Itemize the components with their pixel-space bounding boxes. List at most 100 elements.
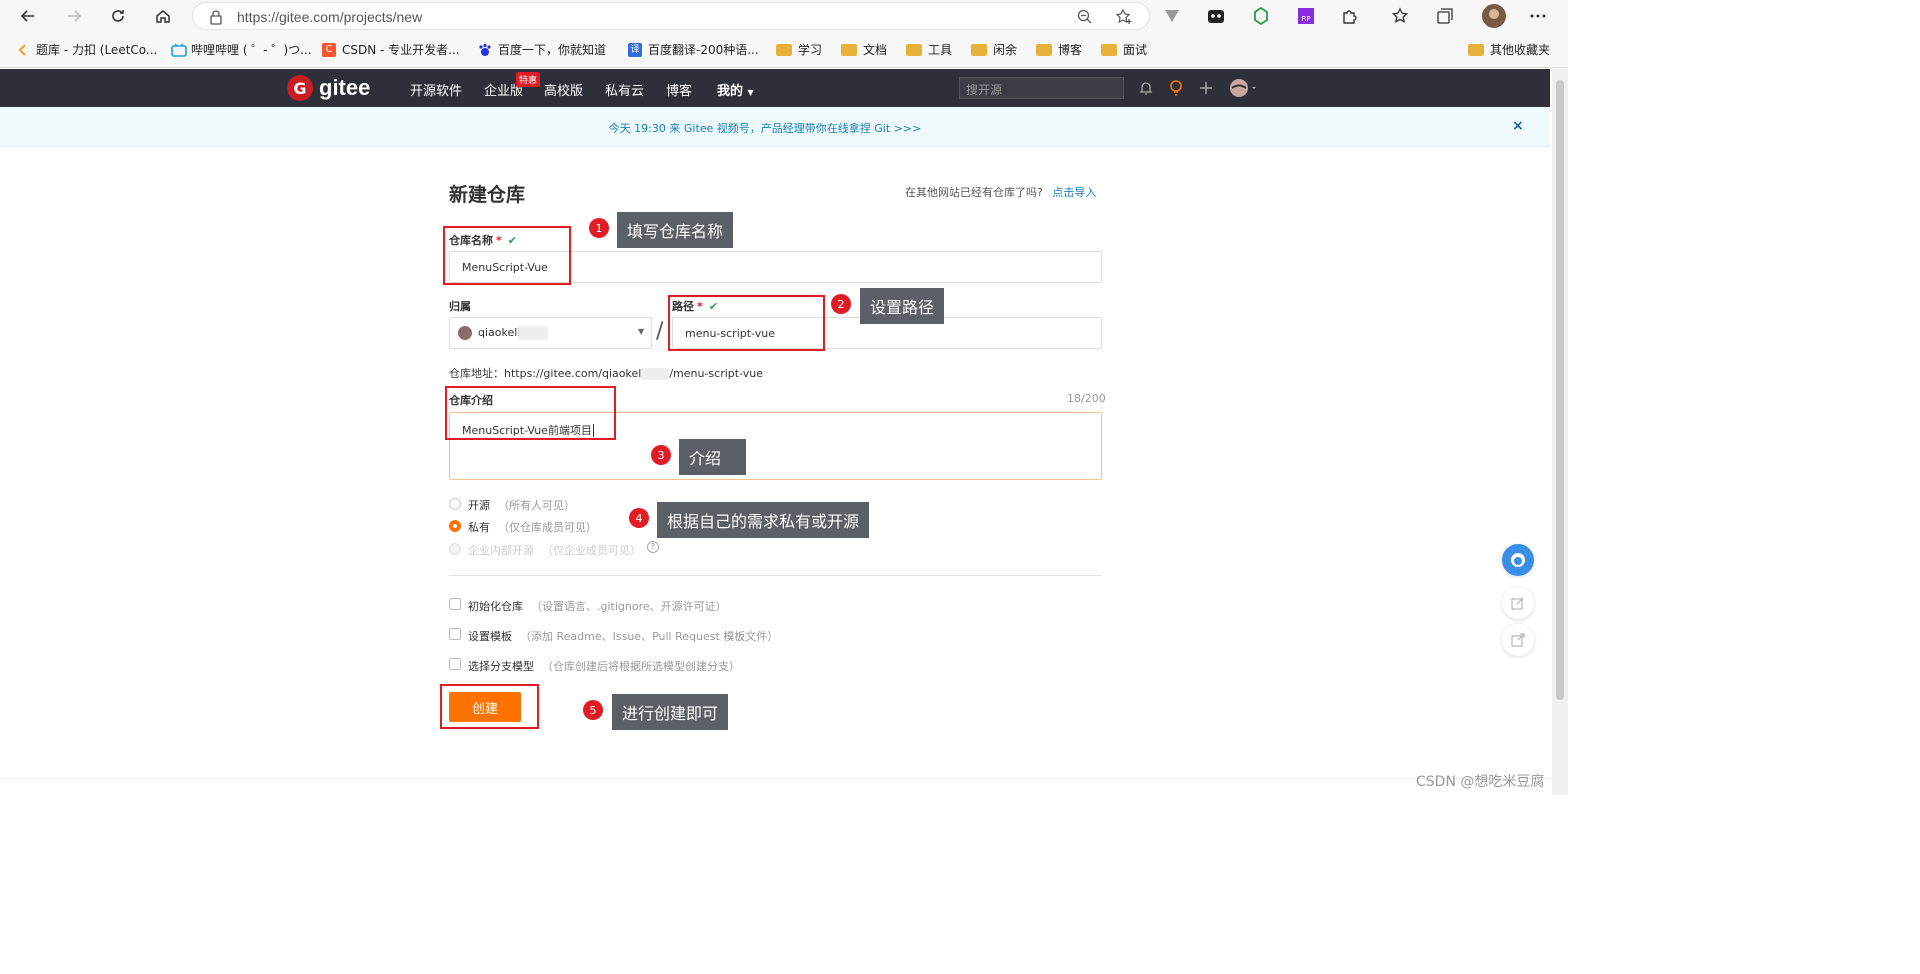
profile-avatar[interactable] <box>1482 4 1506 28</box>
folder-icon <box>906 43 922 56</box>
bookmark-baidu[interactable]: 百度一下，你就知道 <box>478 41 606 58</box>
bookmark-folder-blog[interactable]: 博客 <box>1036 41 1082 58</box>
scrollbar-thumb[interactable] <box>1556 80 1564 700</box>
callout-5: 进行创建即可 <box>612 694 729 730</box>
csdn-icon: C <box>322 42 336 57</box>
bell-icon[interactable] <box>1138 80 1154 96</box>
extension-rp-icon[interactable]: RP <box>1296 6 1316 26</box>
folder-icon <box>1036 43 1052 56</box>
checkbox-template-label[interactable]: 设置模板 （添加 Readme、Issue、Pull Request 模板文件） <box>468 628 778 644</box>
bookmark-folder-docs[interactable]: 文档 <box>841 41 887 58</box>
watermark: CSDN @想吃米豆腐 <box>1416 774 1545 790</box>
bookmark-leetcode[interactable]: 题库 - 力扣 (LeetCo... <box>16 41 157 58</box>
bookmark-folder-leisure[interactable]: 闲余 <box>971 41 1017 58</box>
leetcode-icon <box>16 43 30 57</box>
baidu-icon <box>478 43 492 57</box>
radio-enterprise-label: 企业内部开源 （仅企业成员可见） <box>468 544 641 557</box>
radio-private[interactable] <box>449 520 461 532</box>
gitee-header: G gitee 开源软件 企业版 高校版 私有云 博客 我的 ▼ <box>0 69 1550 107</box>
add-favorite-icon[interactable] <box>1115 8 1133 26</box>
import-prompt: 在其他网站已经有仓库了吗? 点击导入 <box>905 186 1097 199</box>
owner-label: 归属 <box>449 300 471 313</box>
nav-education[interactable]: 高校版 <box>544 80 583 99</box>
page-title: 新建仓库 <box>449 184 526 206</box>
collections-icon[interactable] <box>1435 6 1455 26</box>
notice-banner: 今天 19:30 来 Gitee 视频号，产品经理带你在线拿捏 Git >>> … <box>0 107 1550 147</box>
help-icon[interactable]: ? <box>647 541 659 553</box>
highlight-box-intro <box>445 386 616 440</box>
folder-icon <box>1468 43 1484 56</box>
extensions-puzzle-icon[interactable] <box>1340 6 1360 26</box>
nav-mine[interactable]: 我的 ▼ <box>717 80 754 99</box>
radio-enterprise <box>449 543 461 555</box>
plus-icon[interactable] <box>1199 81 1213 95</box>
address-bar[interactable]: https://gitee.com/projects/new <box>192 2 1150 30</box>
more-menu-icon[interactable] <box>1528 6 1548 26</box>
step-number-3: 3 <box>651 445 671 465</box>
repo-address: 仓库地址：https://gitee.com/qiaokel/menu-scri… <box>449 367 764 380</box>
checkbox-branch-model-label[interactable]: 选择分支模型 （仓库创建后将根据所选模型创建分支） <box>468 658 740 674</box>
checkbox-init-repo[interactable] <box>449 598 461 610</box>
bookmark-folder-study[interactable]: 学习 <box>776 41 822 58</box>
extension-tv-icon[interactable] <box>1206 6 1226 26</box>
gitee-logo-icon: G <box>287 75 313 101</box>
notice-text[interactable]: 今天 19:30 来 Gitee 视频号，产品经理带你在线拿捏 Git >>> <box>0 120 1530 136</box>
assistant-icon[interactable] <box>1502 544 1534 576</box>
checkbox-template[interactable] <box>449 628 461 640</box>
extension-v-icon[interactable] <box>1162 6 1182 26</box>
path-separator: / <box>656 319 664 344</box>
step-number-1: 1 <box>589 218 609 238</box>
other-bookmarks[interactable]: 其他收藏夹 <box>1468 41 1550 58</box>
owner-select[interactable]: qiaokeli ▼ <box>449 317 652 349</box>
radio-public-label[interactable]: 开源 （所有人可见） <box>468 497 575 513</box>
folder-icon <box>971 43 987 56</box>
highlight-box-path <box>668 295 825 351</box>
user-avatar[interactable] <box>1228 78 1258 98</box>
home-icon[interactable] <box>151 4 175 28</box>
callout-1: 填写仓库名称 <box>617 212 734 248</box>
callout-2: 设置路径 <box>860 288 945 324</box>
svg-text:RP: RP <box>1301 15 1310 23</box>
step-number-4: 4 <box>629 508 649 528</box>
callout-3: 介绍 <box>679 439 746 475</box>
folder-icon <box>841 43 857 56</box>
checkbox-init-repo-label[interactable]: 初始化仓库 （设置语言、.gitignore、开源许可证） <box>468 598 727 614</box>
favorites-icon[interactable] <box>1390 6 1410 26</box>
chevron-down-icon: ▼ <box>638 327 645 336</box>
forward-icon[interactable] <box>62 4 86 28</box>
bookmark-baidu-translate[interactable]: 译百度翻译-200种语... <box>628 41 759 58</box>
gitee-logo[interactable]: G gitee <box>287 75 370 101</box>
browser-chrome: https://gitee.com/projects/new RP 题库 - 力… <box>0 0 1568 68</box>
folder-icon <box>776 43 792 56</box>
bookmark-folder-tools[interactable]: 工具 <box>906 41 952 58</box>
radio-public[interactable] <box>449 498 461 510</box>
translate-icon: 译 <box>628 42 642 57</box>
owner-avatar <box>458 326 472 340</box>
search-input[interactable]: 搜开源 <box>959 77 1124 99</box>
edit-icon[interactable] <box>1502 587 1534 619</box>
lock-icon <box>210 10 222 25</box>
url-text: https://gitee.com/projects/new <box>237 9 423 25</box>
nav-open-source[interactable]: 开源软件 <box>410 80 462 99</box>
reload-icon[interactable] <box>106 4 130 28</box>
step-number-5: 5 <box>583 700 603 720</box>
bookmark-csdn[interactable]: C CSDN - 专业开发者... <box>322 41 460 58</box>
checkbox-branch-model[interactable] <box>449 658 461 670</box>
promo-badge: 特惠 <box>516 72 541 87</box>
highlight-box-create <box>440 684 539 729</box>
import-link[interactable]: 点击导入 <box>1052 186 1096 199</box>
divider <box>449 575 1102 576</box>
extension-green-icon[interactable] <box>1251 6 1271 26</box>
highlight-box-name <box>443 226 571 285</box>
share-icon[interactable] <box>1502 624 1534 656</box>
bookmark-bilibili[interactable]: 哔哩哔哩 ( ゜- ゜)つ... <box>171 41 312 58</box>
nav-private-cloud[interactable]: 私有云 <box>605 80 644 99</box>
nav-blog[interactable]: 博客 <box>666 80 692 99</box>
close-icon[interactable]: × <box>1512 118 1524 134</box>
bookmarks-bar: 题库 - 力扣 (LeetCo... 哔哩哔哩 ( ゜- ゜)つ... C CSD… <box>0 36 1568 64</box>
radio-private-label[interactable]: 私有 （仅仓库成员可见） <box>468 519 597 535</box>
bookmark-folder-interview[interactable]: 面试 <box>1101 41 1147 58</box>
back-icon[interactable] <box>16 4 40 28</box>
zoom-icon[interactable] <box>1077 9 1093 25</box>
lightbulb-icon[interactable] <box>1168 79 1184 97</box>
